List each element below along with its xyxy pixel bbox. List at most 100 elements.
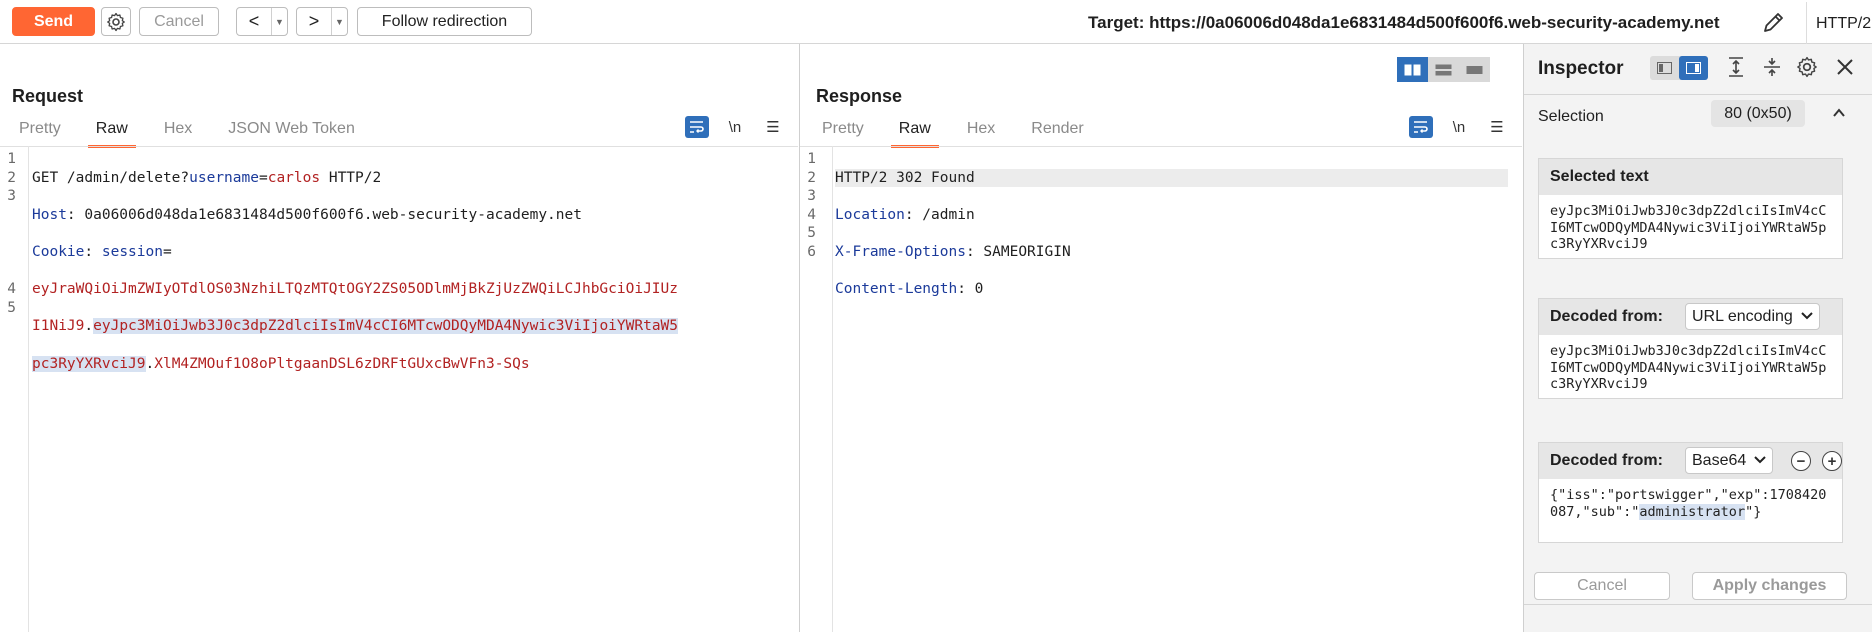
decoded-url-section: Decoded from: URL encoding eyJpc3MiOiJwb… <box>1538 298 1843 399</box>
line-number: 4 <box>807 206 816 223</box>
pencil-icon <box>1764 13 1783 32</box>
request-line-numbers: 1 2 3 4 5 <box>0 150 16 317</box>
line-number: 2 <box>807 169 816 186</box>
encoding-value: Base64 <box>1692 451 1747 469</box>
inspector-title: Inspector <box>1538 58 1624 79</box>
settings-button[interactable] <box>101 7 131 36</box>
selected-text-title: Selected text <box>1539 159 1842 195</box>
layout-stacked-button[interactable] <box>1428 57 1459 82</box>
line-number: 1 <box>7 151 16 167</box>
send-button[interactable]: Send <box>12 7 95 36</box>
dropdown-arrow-icon[interactable]: ▼ <box>331 8 347 35</box>
inspector-settings-button[interactable] <box>1796 56 1820 80</box>
tab-json-web-token[interactable]: JSON Web Token <box>228 120 355 142</box>
collapse-icon <box>1764 58 1780 76</box>
decoded-base64-value[interactable]: {"iss":"portswigger","exp":1708420087,"s… <box>1539 479 1842 542</box>
inspector-footer-divider <box>1524 604 1872 605</box>
protocol-selector[interactable]: HTTP/2 <box>1806 2 1871 45</box>
forward-button[interactable]: > ▼ <box>296 7 348 36</box>
request-editor[interactable]: 1 2 3 4 5 GET /admin/delete?username=car… <box>0 146 798 632</box>
panel-left-icon <box>1657 62 1672 74</box>
inspector-cancel-button[interactable]: Cancel <box>1534 572 1670 600</box>
tab-raw[interactable]: Raw <box>87 120 136 148</box>
back-button[interactable]: < ▼ <box>236 7 288 36</box>
tab-pretty[interactable]: Pretty <box>822 120 864 142</box>
gear-icon <box>107 12 125 31</box>
selected-text-section: Selected text eyJpc3MiOiJwb3J0c3dpZ2dlci… <box>1538 158 1843 259</box>
tab-divider <box>800 146 1522 147</box>
request-menu-button[interactable]: ☰ <box>761 116 785 138</box>
dropdown-arrow-icon[interactable]: ▼ <box>271 8 287 35</box>
inspector-layout-toggle <box>1650 56 1708 80</box>
request-line-2: Host: 0a06006d048da1e6831484d500f600f6.w… <box>32 206 582 223</box>
layout-side-by-side-button[interactable] <box>1397 57 1428 82</box>
chevron-down-icon <box>1754 455 1766 467</box>
chevron-up-icon <box>1833 108 1845 117</box>
decoded-base64-header: Decoded from: Base64 − + <box>1539 443 1842 479</box>
chevron-down-icon <box>1801 311 1813 323</box>
menu-icon: ☰ <box>1490 119 1504 136</box>
decoded-url-value[interactable]: eyJpc3MiOiJwb3J0c3dpZ2dlciIsImV4cCI6MTcw… <box>1539 335 1842 398</box>
response-line-4: Content-Length: 0 <box>835 281 984 298</box>
selected-text-value[interactable]: eyJpc3MiOiJwb3J0c3dpZ2dlciIsImV4cCI6MTcw… <box>1539 195 1842 258</box>
layout-tabs-button[interactable] <box>1459 57 1490 82</box>
response-editor[interactable]: 1 2 3 4 5 6 HTTP/2 302 Found Location: /… <box>800 146 1522 632</box>
wrap-lines-button[interactable] <box>685 116 709 138</box>
line-number: 4 <box>7 281 16 298</box>
wrap-lines-icon <box>1414 121 1428 133</box>
gear-icon <box>1797 56 1817 78</box>
show-newlines-button[interactable]: \n <box>723 116 747 138</box>
rows-icon <box>1435 64 1452 75</box>
selection-label: Selection <box>1538 108 1604 125</box>
follow-redirection-button[interactable]: Follow redirection <box>357 7 532 36</box>
tab-raw[interactable]: Raw <box>890 120 939 148</box>
jwt-line-b: I1NiJ9.eyJpc3MiOiJwb3J0c3dpZ2dlciIsImV4c… <box>32 318 679 335</box>
expand-all-button[interactable] <box>1725 56 1749 80</box>
newline-icon: \n <box>1452 118 1466 136</box>
cancel-button[interactable]: Cancel <box>139 7 219 36</box>
encoding-select-url[interactable]: URL encoding <box>1685 303 1820 330</box>
response-line-2: Location: /admin <box>835 206 975 223</box>
newline-icon: \n <box>728 118 742 136</box>
tab-pretty[interactable]: Pretty <box>19 120 61 142</box>
edit-target-button[interactable] <box>1759 9 1787 37</box>
response-line-1: HTTP/2 302 Found <box>835 168 1508 188</box>
selection-size: 80 (0x50) <box>1711 100 1805 127</box>
wrap-lines-button[interactable] <box>1409 116 1433 138</box>
close-inspector-button[interactable] <box>1834 56 1858 80</box>
encoding-select-base64[interactable]: Base64 <box>1685 447 1774 474</box>
inspector-layout-right-button[interactable] <box>1679 56 1708 80</box>
response-title: Response <box>816 86 903 106</box>
plus-icon: + <box>1827 452 1837 470</box>
request-line-1: GET /admin/delete?username=carlos HTTP/2 <box>32 169 382 186</box>
response-code: HTTP/2 302 Found Location: /admin X-Fram… <box>835 150 1508 336</box>
layout-toggle <box>1397 57 1490 82</box>
remove-decode-button[interactable]: − <box>1791 451 1811 471</box>
tab-hex[interactable]: Hex <box>164 120 192 142</box>
chevron-left-icon: < <box>248 11 260 31</box>
apply-changes-button[interactable]: Apply changes <box>1692 572 1847 600</box>
expand-icon <box>1729 57 1743 77</box>
response-line-3: X-Frame-Options: SAMEORIGIN <box>835 243 1071 260</box>
selected-sub-value: administrator <box>1639 503 1746 520</box>
inspector-layout-left-button[interactable] <box>1650 56 1679 80</box>
response-menu-button[interactable]: ☰ <box>1485 116 1509 138</box>
line-number: 6 <box>807 243 816 260</box>
close-icon <box>1837 59 1853 75</box>
line-number: 5 <box>7 299 16 316</box>
line-number: 1 <box>807 151 816 167</box>
request-line-3: Cookie: session= <box>32 243 172 260</box>
request-code: GET /admin/delete?username=carlos HTTP/2… <box>32 150 679 410</box>
collapse-selection-button[interactable] <box>1830 104 1850 124</box>
add-decode-button[interactable]: + <box>1822 451 1842 471</box>
request-title: Request <box>12 86 84 106</box>
tab-hex[interactable]: Hex <box>967 120 995 142</box>
show-newlines-button[interactable]: \n <box>1447 116 1471 138</box>
collapse-all-button[interactable] <box>1761 56 1785 80</box>
jwt-line-c: pc3RyYXRvciJ9.XlM4ZMOuf1O8oPltgaanDSL6zD… <box>32 355 530 372</box>
tab-render[interactable]: Render <box>1031 120 1083 142</box>
wrap-lines-icon <box>690 121 704 133</box>
line-number: 5 <box>807 225 816 242</box>
request-tabs: Pretty Raw Hex JSON Web Token <box>19 120 355 148</box>
decoded-from-label: Decoded from: <box>1550 452 1663 469</box>
